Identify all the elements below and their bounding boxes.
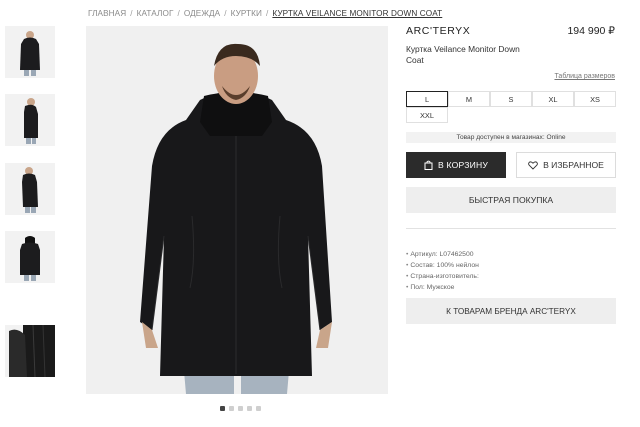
product-specs: Артикул: L07462500 Состав: 100% нейлон С… xyxy=(406,249,479,293)
gallery-pagination xyxy=(220,406,261,411)
coat-side-2-image xyxy=(5,163,55,215)
breadcrumb-catalog[interactable]: КАТАЛОГ xyxy=(137,9,174,18)
coat-back-image xyxy=(5,231,55,283)
gallery-dot[interactable] xyxy=(247,406,252,411)
size-option-m[interactable]: M xyxy=(448,91,490,107)
thumbnail-side[interactable] xyxy=(5,94,55,146)
size-option-xxl[interactable]: XXL xyxy=(406,107,448,123)
brand-products-button[interactable]: К ТОВАРАМ БРЕНДА ARC'TERYX xyxy=(406,298,616,324)
breadcrumb-jackets[interactable]: КУРТКИ xyxy=(231,9,262,18)
product-title: Куртка Veilance Monitor Down Coat xyxy=(406,44,520,65)
size-option-xs[interactable]: XS xyxy=(574,91,616,107)
divider xyxy=(406,228,616,229)
coat-side-image xyxy=(5,94,55,146)
breadcrumb-home[interactable]: ГЛАВНАЯ xyxy=(88,9,126,18)
spec-gender: Пол: Мужское xyxy=(406,282,479,293)
product-price: 194 990 ₽ xyxy=(567,25,615,37)
add-to-cart-label: В КОРЗИНУ xyxy=(437,160,489,170)
bag-icon xyxy=(424,160,433,170)
breadcrumb-separator: / xyxy=(177,8,180,18)
add-to-cart-button[interactable]: В КОРЗИНУ xyxy=(406,152,506,178)
thumbnail-side-2[interactable] xyxy=(5,163,55,215)
product-main-image[interactable] xyxy=(86,26,388,394)
spec-article: Артикул: L07462500 xyxy=(406,249,479,260)
size-option-xl[interactable]: XL xyxy=(532,91,574,107)
size-option-l[interactable]: L xyxy=(406,91,448,107)
gallery-dot[interactable] xyxy=(229,406,234,411)
add-to-favorites-button[interactable]: В ИЗБРАННОЕ xyxy=(516,152,616,178)
size-option-s[interactable]: S xyxy=(490,91,532,107)
breadcrumb-separator: / xyxy=(266,8,269,18)
breadcrumb-separator: / xyxy=(224,8,227,18)
thumbnail-front[interactable] xyxy=(5,26,55,78)
thumbnail-back[interactable] xyxy=(5,231,55,283)
gallery-dot[interactable] xyxy=(238,406,243,411)
size-chart-link[interactable]: Таблица размеров xyxy=(554,73,615,80)
breadcrumb-current[interactable]: КУРТКА VEILANCE MONITOR DOWN COAT xyxy=(272,9,442,18)
coat-detail-image xyxy=(5,325,55,377)
brand-name[interactable]: ARC'TERYX xyxy=(406,25,470,37)
spec-country: Страна-изготовитель: xyxy=(406,271,479,282)
coat-front-image xyxy=(5,26,55,78)
add-to-favorites-label: В ИЗБРАННОЕ xyxy=(543,160,604,170)
availability-note: Товар доступен в магазинах: Online xyxy=(406,132,616,143)
thumbnail-detail[interactable] xyxy=(5,325,55,377)
spec-composition: Состав: 100% нейлон xyxy=(406,260,478,271)
breadcrumb-separator: / xyxy=(130,8,133,18)
breadcrumb: ГЛАВНАЯ / КАТАЛОГ / ОДЕЖДА / КУРТКИ / КУ… xyxy=(88,6,442,20)
gallery-dot[interactable] xyxy=(256,406,261,411)
gallery-dot-active[interactable] xyxy=(220,406,225,411)
coat-model-image xyxy=(86,26,388,394)
heart-icon xyxy=(528,160,538,170)
breadcrumb-clothing[interactable]: ОДЕЖДА xyxy=(184,9,220,18)
quick-buy-button[interactable]: БЫСТРАЯ ПОКУПКА xyxy=(406,187,616,213)
